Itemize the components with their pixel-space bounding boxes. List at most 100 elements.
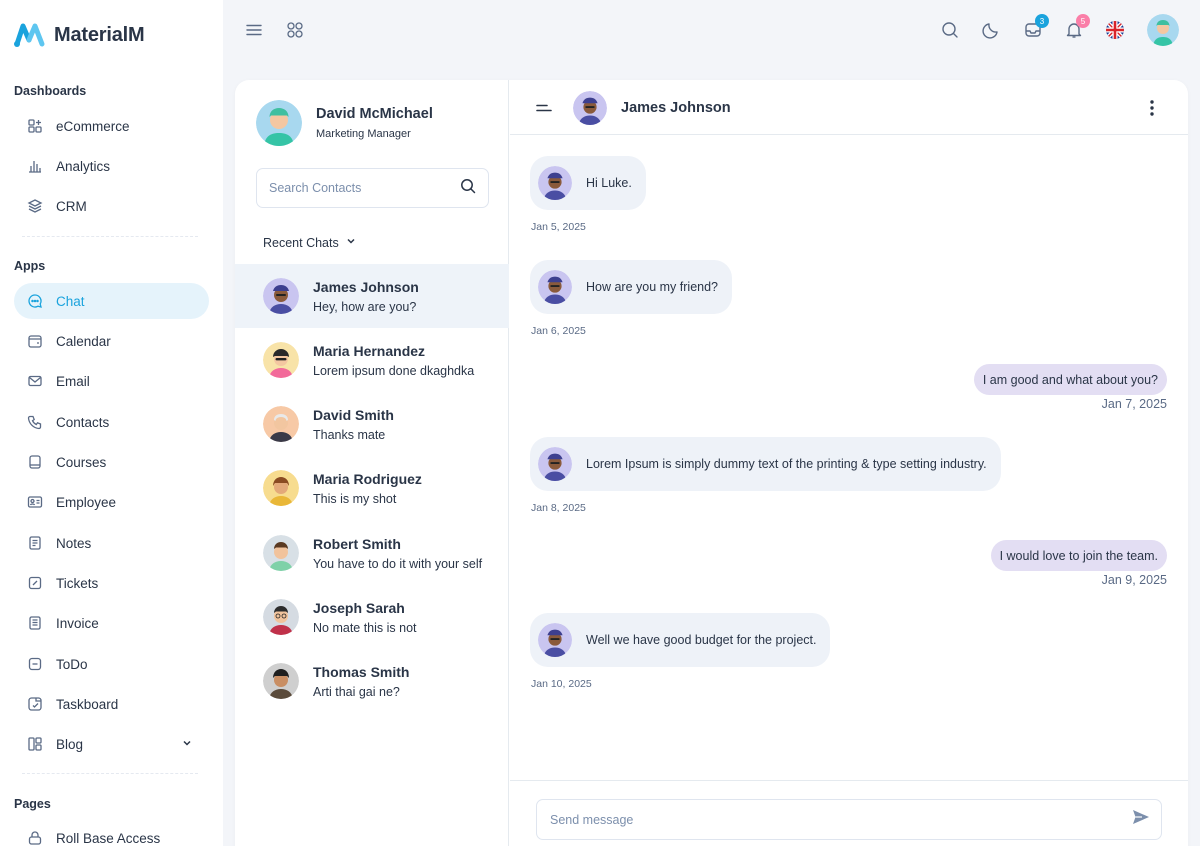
sidebar-item-label: Chat: [56, 293, 85, 309]
contact-name: Thomas Smith: [313, 663, 410, 680]
sidebar-item-taskboard[interactable]: Taskboard: [14, 686, 209, 722]
sidebar-item-tickets[interactable]: Tickets: [14, 565, 209, 601]
sidebar-item-label: ToDo: [56, 656, 88, 672]
sidebar-toggle-icon[interactable]: [536, 102, 552, 114]
search-icon[interactable]: [460, 178, 476, 199]
sidebar-item-label: Analytics: [56, 158, 111, 174]
sidebar-item-ecommerce[interactable]: eCommerce: [14, 108, 209, 144]
search-input[interactable]: [269, 181, 460, 195]
sidebar: MaterialM Dashboards eCommerce Analytics…: [0, 0, 223, 846]
contact-item[interactable]: David Smith Thanks mate: [235, 392, 509, 456]
profile-name: David McMichael: [316, 106, 433, 122]
avatar: [263, 406, 299, 442]
sidebar-item-employee[interactable]: Employee: [14, 484, 209, 520]
logo-mark-icon: [14, 23, 45, 47]
id-card-icon: [27, 494, 43, 510]
sidebar-item-todo[interactable]: ToDo: [14, 646, 209, 682]
contact-name: James Johnson: [313, 278, 419, 295]
contact-last-message: Arti thai gai ne?: [313, 684, 400, 699]
sidebar-item-analytics[interactable]: Analytics: [14, 148, 209, 184]
sidebar-item-label: Email: [56, 373, 90, 389]
chat-icon: [27, 293, 43, 309]
sidebar-item-courses[interactable]: Courses: [14, 444, 209, 480]
book-icon: [27, 454, 43, 470]
sidebar-item-notes[interactable]: Notes: [14, 525, 209, 561]
avatar: [263, 663, 299, 699]
sidebar-item-label: Employee: [56, 494, 117, 510]
avatar: [256, 100, 302, 146]
contact-item[interactable]: Maria Hernandez Lorem ipsum done dkaghdk…: [235, 328, 509, 392]
message-timestamp: Jan 10, 2025: [531, 678, 592, 690]
message-bubble-incoming: Well we have good budget for the project…: [530, 613, 831, 667]
sidebar-item-label: Notes: [56, 535, 92, 551]
menu-icon[interactable]: [244, 20, 264, 40]
message-timestamp: Jan 8, 2025: [531, 502, 586, 514]
contact-last-message: No mate this is not: [313, 620, 417, 635]
contact-item[interactable]: Joseph Sarah No mate this is not: [235, 585, 509, 649]
avatar: [263, 599, 299, 635]
message-timestamp: Jan 7, 2025: [1101, 397, 1167, 411]
section-pages: Pages: [14, 797, 51, 811]
send-icon[interactable]: [1131, 807, 1151, 832]
taskboard-icon: [27, 696, 43, 712]
avatar: [263, 278, 299, 314]
contact-last-message: Lorem ipsum done dkaghdka: [313, 363, 475, 378]
sidebar-divider: [22, 236, 198, 237]
more-vertical-icon[interactable]: [1148, 98, 1156, 118]
message-bubble-outgoing: I am good and what about you?: [973, 364, 1167, 395]
message-text: How are you my friend?: [586, 280, 719, 294]
sidebar-item-email[interactable]: Email: [14, 363, 209, 399]
uk-flag-icon[interactable]: [1105, 20, 1125, 40]
calendar-icon: [27, 333, 43, 349]
grid-plus-icon: [27, 118, 43, 134]
contact-item[interactable]: Maria Rodriguez This is my shot: [235, 456, 509, 520]
sidebar-item-label: eCommerce: [56, 118, 130, 134]
message-timestamp: Jan 9, 2025: [1101, 573, 1167, 587]
contact-item[interactable]: James Johnson Hey, how are you?: [235, 264, 509, 328]
recent-chats-dropdown[interactable]: Recent Chats: [263, 235, 357, 250]
profile-role: Marketing Manager: [316, 128, 411, 140]
user-avatar[interactable]: [1147, 14, 1179, 46]
invoice-icon: [27, 615, 43, 631]
compose-box: [536, 799, 1162, 840]
message-bubble-incoming: Lorem Ipsum is simply dummy text of the …: [530, 437, 1001, 491]
sidebar-item-invoice[interactable]: Invoice: [14, 605, 209, 641]
message-text: Lorem Ipsum is simply dummy text of the …: [586, 457, 987, 471]
contact-item[interactable]: Thomas Smith Arti thai gai ne?: [235, 649, 509, 713]
brand-logo[interactable]: MaterialM: [14, 22, 145, 48]
message-input[interactable]: [550, 812, 1131, 827]
recent-chats-label: Recent Chats: [263, 235, 339, 250]
chevron-down-icon: [345, 235, 357, 250]
contact-last-message: You have to do it with your self: [313, 556, 483, 571]
mail-badge: 3: [1035, 14, 1049, 28]
sidebar-item-label: Taskboard: [56, 696, 119, 712]
profile-header[interactable]: David McMichael Marketing Manager: [256, 100, 433, 146]
contact-item[interactable]: Robert Smith You have to do it with your…: [235, 521, 509, 585]
avatar: [573, 91, 607, 125]
chat-card: David McMichael Marketing Manager Recent…: [235, 80, 1188, 846]
sidebar-divider: [22, 773, 198, 774]
search-icon[interactable]: [940, 20, 960, 40]
contacts-pane: David McMichael Marketing Manager Recent…: [235, 80, 509, 846]
contact-name: Maria Hernandez: [313, 342, 426, 359]
avatar: [263, 535, 299, 571]
sidebar-item-roll-base-access[interactable]: Roll Base Access: [14, 820, 209, 846]
sidebar-item-blog[interactable]: Blog: [14, 726, 209, 762]
sidebar-item-chat[interactable]: Chat: [14, 283, 209, 319]
sidebar-item-label: Roll Base Access: [56, 830, 161, 846]
avatar: [538, 166, 572, 200]
avatar: [538, 447, 572, 481]
inbox-icon[interactable]: 3: [1023, 14, 1049, 40]
sidebar-item-calendar[interactable]: Calendar: [14, 323, 209, 359]
message-bubble-incoming: How are you my friend?: [530, 260, 733, 314]
sidebar-item-label: Contacts: [56, 414, 110, 430]
sidebar-item-crm[interactable]: CRM: [14, 188, 209, 224]
contact-name: Joseph Sarah: [313, 599, 405, 616]
moon-icon[interactable]: [981, 20, 1001, 40]
contact-last-message: Hey, how are you?: [313, 299, 417, 314]
sidebar-item-label: Calendar: [56, 333, 111, 349]
sidebar-item-contacts[interactable]: Contacts: [14, 404, 209, 440]
mail-icon: [27, 373, 43, 389]
apps-grid-icon[interactable]: [285, 20, 305, 40]
bell-icon[interactable]: 5: [1064, 14, 1090, 40]
